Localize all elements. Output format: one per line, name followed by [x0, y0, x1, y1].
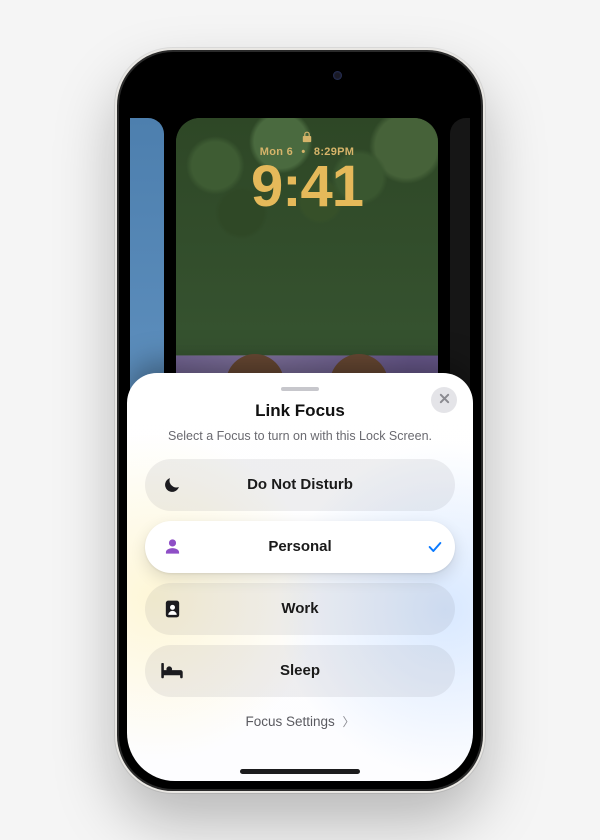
focus-settings-link[interactable]: Focus Settings 〉: [145, 713, 455, 730]
close-icon: [439, 391, 450, 409]
lockscreen-time: 9:41: [176, 158, 438, 216]
sheet-subtitle: Select a Focus to turn on with this Lock…: [149, 429, 451, 443]
focus-option-personal[interactable]: Personal: [145, 521, 455, 573]
focus-options: Do Not Disturb Personal Wo: [145, 459, 455, 697]
chevron-right-icon: 〉: [343, 715, 355, 729]
screen: Mon 6 • 8:29PM 9:41 Link Focus Select a …: [127, 60, 473, 781]
sheet-title: Link Focus: [145, 401, 455, 421]
focus-settings-label: Focus Settings: [245, 714, 334, 729]
checkmark-icon: [415, 539, 455, 555]
focus-option-sleep[interactable]: Sleep: [145, 645, 455, 697]
focus-option-label: Do Not Disturb: [199, 476, 415, 493]
close-button[interactable]: [431, 387, 457, 413]
focus-option-label: Sleep: [199, 662, 415, 679]
badge-icon: [145, 599, 199, 619]
focus-option-label: Personal: [199, 538, 415, 555]
notch: [230, 60, 370, 92]
person-icon: [145, 537, 199, 556]
focus-option-work[interactable]: Work: [145, 583, 455, 635]
focus-option-do-not-disturb[interactable]: Do Not Disturb: [145, 459, 455, 511]
device-frame: Mon 6 • 8:29PM 9:41 Link Focus Select a …: [115, 48, 485, 793]
link-focus-sheet: Link Focus Select a Focus to turn on wit…: [127, 373, 473, 781]
focus-option-label: Work: [199, 600, 415, 617]
bed-icon: [145, 663, 199, 679]
sheet-grabber[interactable]: [281, 387, 319, 391]
moon-icon: [145, 475, 199, 495]
home-indicator[interactable]: [240, 769, 360, 774]
